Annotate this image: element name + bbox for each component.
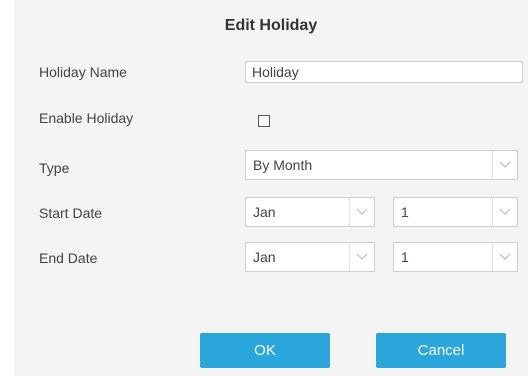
start-month-value: Jan <box>253 204 276 220</box>
start-day-value: 1 <box>401 204 409 220</box>
chevron-down-icon[interactable] <box>349 243 374 271</box>
chevron-down-icon[interactable] <box>349 198 374 226</box>
start-month-select[interactable]: Jan <box>245 197 375 227</box>
cancel-button[interactable]: Cancel <box>376 333 506 368</box>
holiday-name-value: Holiday <box>252 64 299 80</box>
dialog-title: Edit Holiday <box>224 17 318 34</box>
holiday-name-input[interactable]: Holiday <box>245 61 523 83</box>
type-label: Type <box>39 160 70 176</box>
enable-holiday-label: Enable Holiday <box>39 110 134 126</box>
type-value: By Month <box>253 157 313 173</box>
type-select[interactable]: By Month <box>245 150 518 180</box>
enable-holiday-checkbox[interactable] <box>258 115 270 127</box>
end-day-value: 1 <box>401 249 409 265</box>
chevron-down-icon[interactable] <box>492 243 517 271</box>
holiday-name-label: Holiday Name <box>39 64 127 80</box>
end-month-select[interactable]: Jan <box>245 242 375 272</box>
end-month-value: Jan <box>253 249 276 265</box>
chevron-down-icon[interactable] <box>492 151 517 179</box>
start-day-select[interactable]: 1 <box>393 197 518 227</box>
end-day-select[interactable]: 1 <box>393 242 518 272</box>
start-date-label: Start Date <box>39 205 103 221</box>
ok-button[interactable]: OK <box>200 333 330 368</box>
end-date-label: End Date <box>39 250 98 266</box>
chevron-down-icon[interactable] <box>492 198 517 226</box>
edit-holiday-dialog: Edit Holiday Holiday Name Holiday Enable… <box>14 0 528 376</box>
